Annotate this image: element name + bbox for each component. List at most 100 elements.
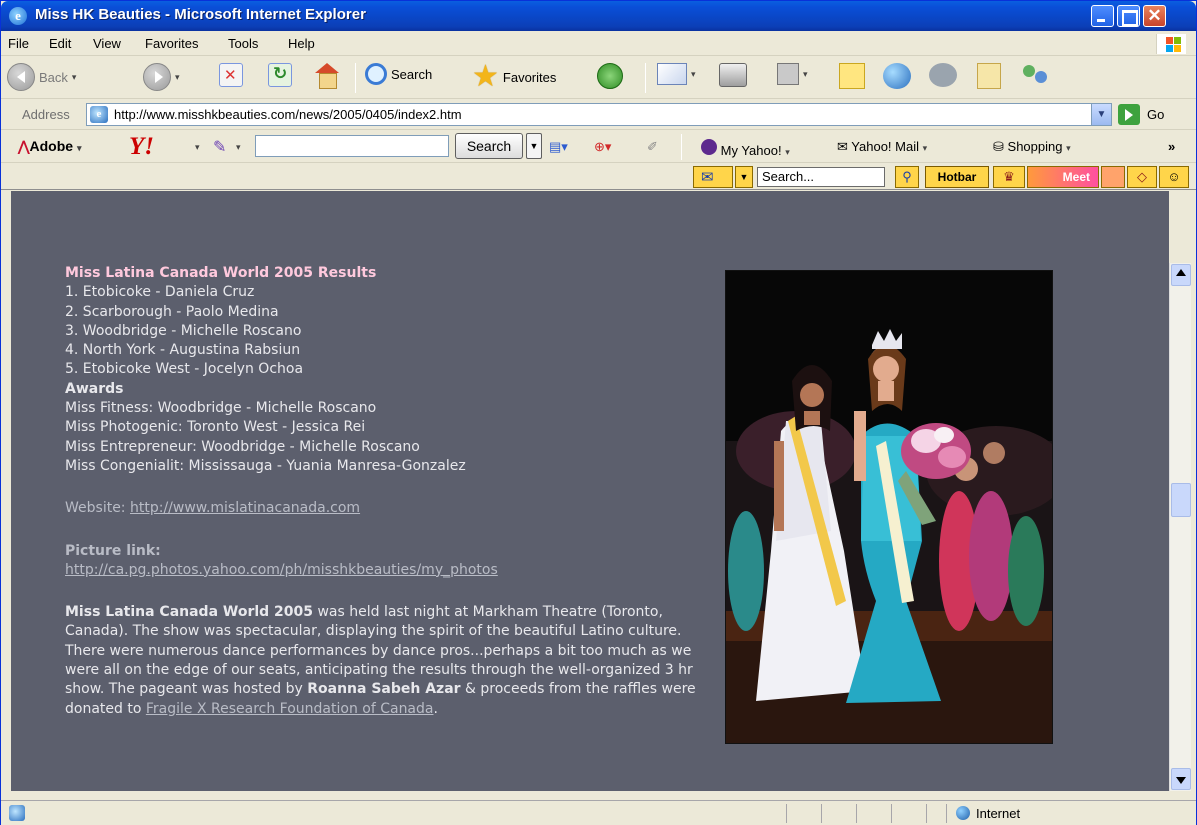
scroll-thumb[interactable]	[1171, 483, 1191, 517]
edit-icon	[777, 63, 799, 85]
pencil-icon[interactable]: ✐	[647, 139, 658, 155]
history-button[interactable]	[597, 63, 623, 89]
award-item: Miss Congenialit: Mississauga - Yuania M…	[65, 457, 466, 474]
favorites-star-icon: ★	[472, 60, 499, 93]
results-heading: Miss Latina Canada World 2005 Results	[65, 265, 377, 281]
maximize-button[interactable]	[1117, 5, 1140, 27]
chat-bubble-icon	[929, 63, 957, 87]
status-bar: Internet	[1, 800, 1196, 825]
my-yahoo-label: My Yahoo!	[720, 143, 782, 158]
refresh-button[interactable]	[268, 63, 292, 87]
menu-file[interactable]: File	[8, 36, 29, 51]
target-icon[interactable]: ⊕▾	[594, 139, 611, 155]
hotbar-mail-icon[interactable]: ✉	[693, 166, 733, 188]
toolbar-separator	[645, 63, 646, 93]
yahoo-mail-button[interactable]: ✉ Yahoo! Mail ▾	[837, 139, 927, 155]
shopping-bag-button[interactable]	[977, 63, 1001, 89]
favorites-button[interactable]: ★ Favorites	[472, 60, 557, 93]
hotbar-button[interactable]: Hotbar	[925, 166, 989, 188]
yahoo-search-input[interactable]	[255, 135, 449, 157]
yahoo-toolbar: ⋀Adobe ▾ Y! ▾ ✎ ▾ Search ▼ ▤▾ ⊕▾ ✐ My Ya…	[1, 131, 1196, 163]
scroll-up-icon[interactable]	[1171, 264, 1191, 286]
menu-edit[interactable]: Edit	[49, 36, 71, 51]
go-arrow-icon[interactable]	[1118, 104, 1140, 125]
status-divider	[891, 804, 892, 823]
stop-button[interactable]	[219, 63, 243, 87]
go-button[interactable]: Go	[1147, 107, 1164, 122]
scroll-down-icon[interactable]	[1171, 768, 1191, 790]
hotbar-mail-dropdown-icon[interactable]: ▼	[735, 166, 753, 188]
forward-dropdown-icon[interactable]: ▾	[175, 72, 180, 83]
yahoo-dropdown-icon[interactable]: ▾	[195, 142, 200, 153]
browser-window: e Miss HK Beauties - Microsoft Internet …	[0, 0, 1197, 825]
edit-dropdown-icon[interactable]: ▾	[803, 69, 808, 80]
ie-app-icon[interactable]: e	[9, 7, 27, 25]
mail-button[interactable]: ▾	[657, 63, 696, 85]
back-button[interactable]: Back ▾	[7, 63, 76, 91]
vertical-scrollbar[interactable]	[1169, 263, 1191, 791]
security-zone-label: Internet	[976, 806, 1021, 821]
minimize-button[interactable]	[1091, 5, 1114, 27]
mail-dropdown-icon[interactable]: ▾	[691, 69, 696, 80]
people-icon	[1021, 63, 1051, 89]
back-arrow-icon	[7, 63, 35, 91]
face-icon[interactable]	[1101, 166, 1125, 188]
hotbar-search-input[interactable]: Search...	[757, 167, 885, 187]
my-yahoo-button[interactable]: My Yahoo! ▾	[701, 139, 790, 158]
windows-logo-icon	[1156, 34, 1186, 54]
yahoo-logo-icon[interactable]: Y!	[129, 133, 154, 161]
adobe-button[interactable]: ⋀Adobe ▾	[18, 138, 81, 155]
adobe-dropdown-icon[interactable]: ▾	[77, 143, 82, 153]
print-button[interactable]	[719, 63, 747, 87]
forward-button[interactable]: ▾	[143, 63, 180, 91]
back-dropdown-icon[interactable]: ▾	[72, 72, 77, 83]
menu-help[interactable]: Help	[288, 36, 315, 51]
address-dropdown-icon[interactable]: ▼	[1091, 104, 1111, 125]
messenger-button[interactable]	[883, 63, 911, 89]
printer-icon	[719, 63, 747, 87]
picture-link[interactable]: http://ca.pg.photos.yahoo.com/ph/misshkb…	[65, 562, 498, 578]
article-paragraph: Miss Latina Canada World 2005 was held l…	[65, 603, 725, 719]
title-bar[interactable]: e Miss HK Beauties - Microsoft Internet …	[1, 1, 1196, 31]
internet-globe-icon	[956, 806, 970, 820]
home-button[interactable]	[313, 63, 341, 89]
close-icon: ✕	[1147, 6, 1162, 25]
status-divider	[856, 804, 857, 823]
pen-dropdown-icon[interactable]: ▾	[236, 142, 241, 153]
toolbar-separator	[681, 134, 682, 160]
website-line: Website: http://www.mislatinacanada.com	[65, 499, 725, 518]
hotbar-search-icon[interactable]: ⚲	[895, 166, 919, 188]
toolbar-overflow-button[interactable]: »	[1168, 139, 1175, 154]
adobe-label: Adobe	[29, 138, 74, 154]
contacts-button[interactable]	[1021, 63, 1051, 89]
meet-button[interactable]: Meet	[1027, 166, 1099, 188]
yahoo-search-dropdown-icon[interactable]: ▼	[526, 133, 542, 159]
diamond-icon[interactable]: ◇	[1127, 166, 1157, 188]
close-button[interactable]: ✕	[1143, 5, 1166, 27]
envelope-icon: ✉	[837, 139, 848, 154]
address-input[interactable]: e http://www.misshkbeauties.com/news/200…	[86, 103, 1112, 126]
favorites-label: Favorites	[502, 69, 557, 85]
search-button[interactable]: Search	[365, 63, 432, 85]
window-title: Miss HK Beauties - Microsoft Internet Ex…	[35, 6, 366, 23]
adobe-logo-icon: ⋀	[18, 138, 30, 154]
address-url[interactable]: http://www.misshkbeauties.com/news/2005/…	[114, 107, 462, 122]
search-icon	[365, 63, 387, 85]
menu-favorites[interactable]: Favorites	[145, 36, 198, 51]
menu-view[interactable]: View	[93, 36, 121, 51]
edit-button[interactable]: ▾	[777, 63, 808, 85]
highlight-pen-icon[interactable]: ✎	[213, 137, 226, 157]
status-divider	[946, 804, 947, 823]
website-link[interactable]: http://www.mislatinacanada.com	[130, 500, 360, 516]
smiley-icon[interactable]: ☺	[1159, 166, 1189, 188]
layout-icon[interactable]: ▤▾	[549, 139, 568, 155]
notes-button[interactable]	[839, 63, 865, 89]
yahoo-search-button[interactable]: Search	[455, 133, 523, 159]
menu-tools[interactable]: Tools	[228, 36, 258, 51]
foundation-link[interactable]: Fragile X Research Foundation of Canada	[146, 701, 434, 717]
forward-arrow-icon	[143, 63, 171, 91]
toolbar-separator	[355, 63, 356, 93]
discuss-button[interactable]	[929, 63, 957, 87]
crown-icon[interactable]: ♛	[993, 166, 1025, 188]
shopping-button[interactable]: ⛁ Shopping ▾	[993, 139, 1071, 155]
